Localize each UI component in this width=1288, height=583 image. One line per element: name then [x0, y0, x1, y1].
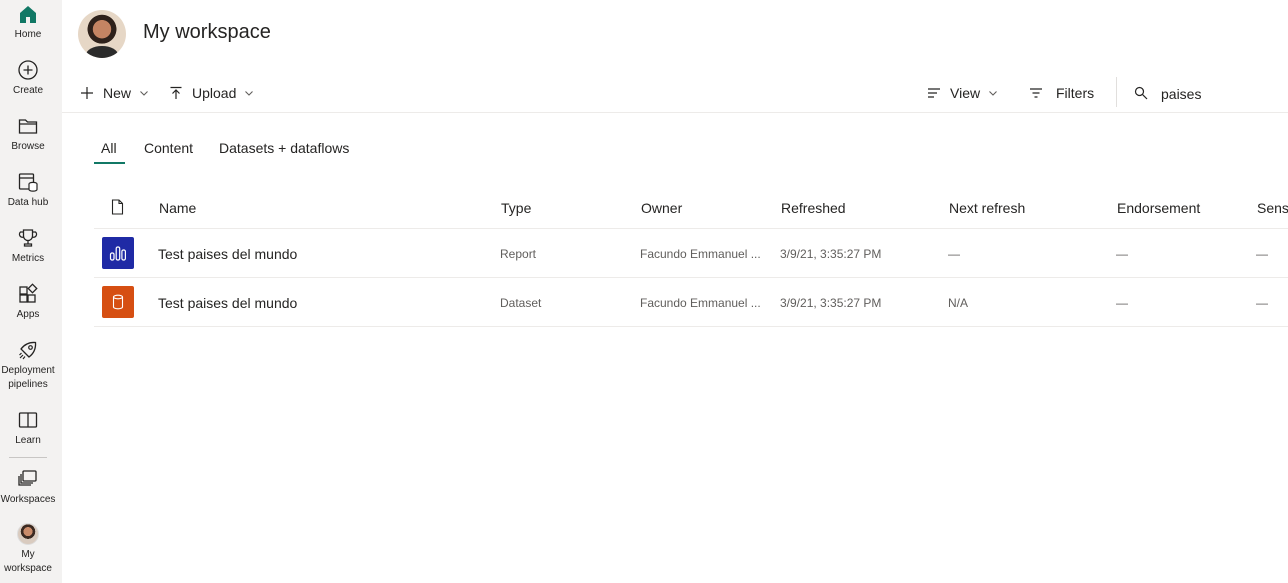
- rail-label-my: My: [21, 549, 35, 560]
- upload-icon: [170, 86, 182, 99]
- row-type: Report: [500, 247, 537, 261]
- row-refreshed: 3/9/21, 3:35:27 PM: [780, 247, 882, 261]
- rail-label-create: Create: [12, 85, 43, 96]
- rail-label-pipelines: pipelines: [8, 379, 48, 390]
- rail-label-workspaces: Workspaces: [0, 494, 56, 505]
- rocket-icon: [19, 341, 37, 360]
- column-header-name[interactable]: Name: [159, 200, 196, 216]
- tab-content[interactable]: Content: [144, 140, 193, 156]
- tab-datasets-dataflows[interactable]: Datasets + dataflows: [219, 140, 349, 156]
- rail-divider: [9, 457, 47, 458]
- data-hub-icon: [18, 173, 38, 192]
- file-type-icon: [111, 199, 124, 215]
- rail-label-home: Home: [14, 29, 42, 40]
- active-tab-indicator: [94, 162, 125, 164]
- row-owner: Facundo Emmanuel ...: [640, 296, 761, 310]
- report-icon: [102, 237, 134, 269]
- filter-icon: [1030, 88, 1042, 98]
- upload-label: Upload: [192, 85, 237, 101]
- rail-item-metrics[interactable]: Metrics: [0, 227, 56, 266]
- row-name[interactable]: Test paises del mundo: [158, 295, 297, 311]
- column-header-endorsement[interactable]: Endorsement: [1117, 200, 1200, 216]
- chevron-down-icon: [140, 91, 148, 96]
- column-header-type[interactable]: Type: [501, 200, 531, 216]
- toolbar-divider-line: [62, 112, 1288, 113]
- row-refreshed: 3/9/21, 3:35:27 PM: [780, 296, 882, 310]
- row-next-refresh: —: [948, 247, 960, 261]
- row-name[interactable]: Test paises del mundo: [158, 246, 297, 262]
- book-icon: [18, 412, 38, 428]
- rail-label-metrics: Metrics: [11, 253, 45, 264]
- view-button[interactable]: View: [927, 80, 998, 106]
- column-header-sensitivity[interactable]: Sensi: [1257, 200, 1288, 216]
- filters-label: Filters: [1056, 85, 1095, 101]
- new-button[interactable]: New: [80, 80, 149, 106]
- home-icon: [20, 6, 36, 23]
- column-header-next-refresh[interactable]: Next refresh: [949, 200, 1025, 216]
- row-next-refresh: N/A: [948, 296, 969, 310]
- folder-icon: [18, 119, 38, 134]
- avatar: [17, 523, 39, 545]
- workspace-avatar: [78, 10, 126, 58]
- row-sensitivity: —: [1256, 296, 1268, 310]
- rail-item-data-hub[interactable]: Data hub: [0, 171, 56, 210]
- rail-item-workspaces[interactable]: Workspaces: [0, 468, 56, 507]
- page-title: My workspace: [143, 21, 271, 43]
- apps-icon: [19, 283, 38, 303]
- rail-item-create[interactable]: Create: [0, 59, 56, 98]
- view-label: View: [950, 85, 981, 101]
- rail-item-apps[interactable]: Apps: [0, 283, 56, 322]
- trophy-icon: [18, 229, 38, 247]
- rail-label-data-hub: Data hub: [7, 197, 49, 208]
- rail-label-apps: Apps: [16, 309, 40, 320]
- rail-item-deployment-pipelines[interactable]: Deployment pipelines: [0, 339, 56, 392]
- search-icon: [1134, 86, 1148, 100]
- rail-label-learn: Learn: [15, 435, 41, 446]
- rail-label-deployment: Deployment: [1, 365, 55, 376]
- view-list-icon: [928, 88, 940, 98]
- tab-all[interactable]: All: [101, 140, 117, 156]
- rail-item-browse[interactable]: Browse: [0, 115, 56, 154]
- upload-button[interactable]: Upload: [169, 80, 254, 106]
- row-endorsement: —: [1116, 247, 1128, 261]
- chevron-down-icon: [245, 91, 254, 96]
- row-type: Dataset: [500, 296, 542, 310]
- column-header-refreshed[interactable]: Refreshed: [781, 200, 846, 216]
- row-endorsement: —: [1116, 296, 1128, 310]
- rail-item-learn[interactable]: Learn: [0, 409, 56, 448]
- plus-circle-icon: [18, 60, 38, 80]
- workspaces-icon: [18, 470, 37, 486]
- dataset-icon: [102, 286, 134, 318]
- new-label: New: [103, 85, 132, 101]
- rail-item-my-workspace[interactable]: My workspace: [0, 523, 56, 576]
- filters-button[interactable]: Filters: [1029, 80, 1094, 106]
- chevron-down-icon: [989, 91, 997, 96]
- row-sensitivity: —: [1256, 247, 1268, 261]
- column-header-owner[interactable]: Owner: [641, 200, 682, 216]
- left-nav-rail: Home Create Browse Data hub Metrics Apps…: [0, 0, 62, 583]
- rail-label-workspace: workspace: [4, 563, 52, 574]
- row-divider: [94, 326, 1288, 327]
- row-owner: Facundo Emmanuel ...: [640, 247, 761, 261]
- rail-item-home[interactable]: Home: [0, 3, 56, 42]
- rail-label-browse: Browse: [11, 141, 45, 152]
- row-divider: [94, 277, 1288, 278]
- table-header-divider: [94, 228, 1288, 229]
- plus-icon: [81, 87, 93, 99]
- search-input[interactable]: [1161, 84, 1281, 104]
- toolbar-divider: [1116, 77, 1117, 107]
